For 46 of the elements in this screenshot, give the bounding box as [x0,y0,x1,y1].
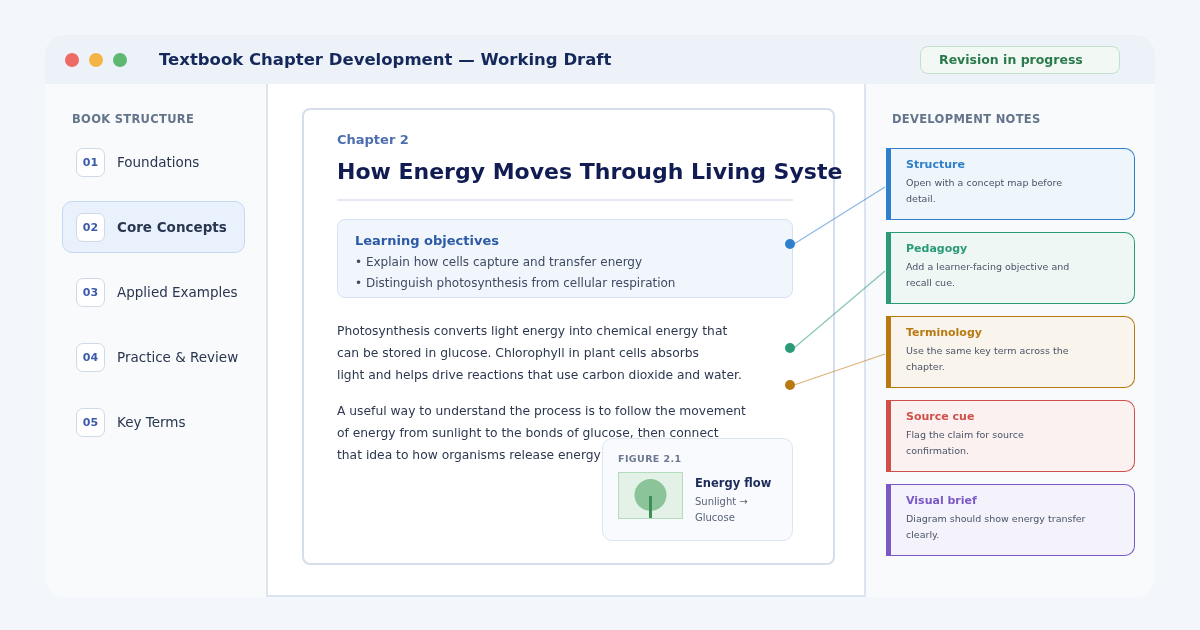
objectives-heading: Learning objectives [355,233,500,248]
chapter-nav-item[interactable]: 03 Applied Examples [62,266,245,318]
note-title: Visual brief [906,494,978,507]
chapter-number: 02 [76,212,105,242]
body-text-line: Photosynthesis converts light energy into chemical energy that [337,323,728,340]
body-text-line: that idea to how organisms release energy [337,447,601,464]
chapter-eyebrow: Chapter 2 [337,132,410,147]
window-title: Textbook Chapter Development — Working Draft [159,50,613,69]
note-text: Add a learner-facing objective and recall cue. [906,260,1071,290]
body-text-line: of energy from sunlight to the bonds of glucose, then connect [337,425,719,442]
note-title: Pedagogy [906,242,969,255]
maximize-dot[interactable] [113,52,127,67]
chapter-nav-item[interactable]: 02 Core Concepts [62,201,245,253]
note-title: Terminology [906,326,983,339]
chapter-nav-item[interactable]: 05 Key Terms [62,396,245,448]
figure-title: Energy flow [695,476,772,490]
chapter-title: How Energy Moves Through Living Syste [337,158,844,186]
chapter-label: Practice & Review [117,349,239,365]
sidebar-heading: BOOK STRUCTURE [72,112,196,126]
note-title: Structure [906,158,966,171]
objective-item: • Distinguish photosynthesis from cellular respiration [355,275,677,292]
close-dot[interactable] [65,52,79,67]
minimize-dot[interactable] [89,52,103,67]
chapter-nav-item[interactable]: 01 Foundations [62,136,245,188]
body-text-line: A useful way to understand the process is to follow the movement [337,403,746,420]
note-text: Use the same key term across the chapter. [906,344,1070,374]
chapter-number: 05 [76,407,105,437]
notes-heading: DEVELOPMENT NOTES [892,112,1042,126]
note-text: Diagram should show energy transfer clearly. [906,512,1086,542]
chapter-number: 04 [76,342,105,372]
note-title: Source cue [906,410,976,423]
chapter-label: Applied Examples [117,284,238,300]
chapter-label: Foundations [117,154,200,170]
figure-label: FIGURE 2.1 [618,453,683,464]
chapter-number: 01 [76,147,105,177]
chapter-label: Key Terms [117,414,186,430]
chapter-label: Core Concepts [117,219,227,235]
chapter-nav-item[interactable]: 04 Practice & Review [62,331,245,383]
body-text-line: can be stored in glucose. Chlorophyll in plant cells absorbs [337,345,699,362]
figure-caption: Sunlight → Glucose [695,495,749,525]
note-text: Open with a concept map before detail. [906,176,1063,206]
chapter-number: 03 [76,277,105,307]
objective-item: • Explain how cells capture and transfer energy [355,254,644,271]
status-badge: Revision in progress [920,45,1120,74]
note-text: Flag the claim for source confirmation. [906,428,1025,458]
body-text-line: light and helps drive reactions that use carbon dioxide and water. [337,367,742,384]
